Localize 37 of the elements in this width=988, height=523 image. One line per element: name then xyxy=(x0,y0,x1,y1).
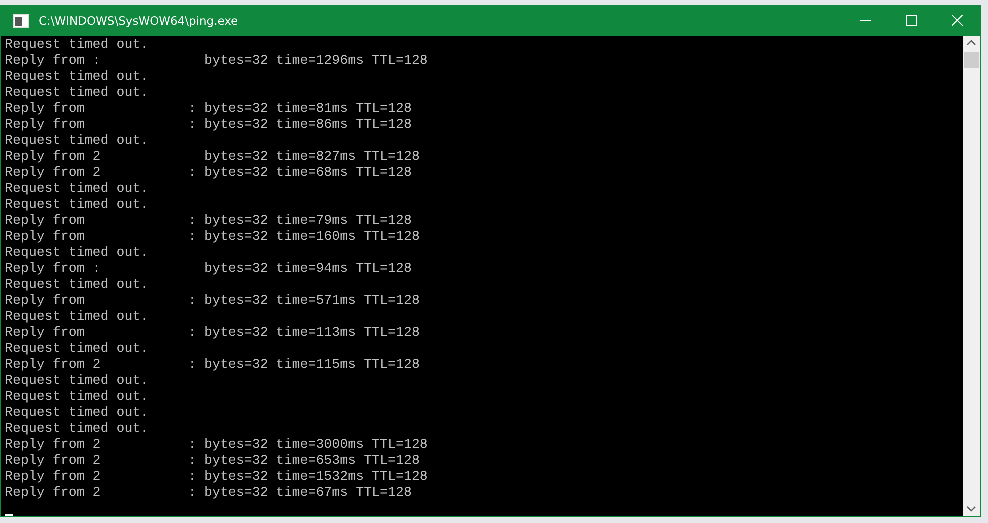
console-line: Request timed out. xyxy=(5,389,150,405)
console-line: Request timed out. xyxy=(5,341,150,357)
console-line: Request timed out. xyxy=(5,245,150,261)
console-line: Request timed out. xyxy=(5,309,150,325)
console-line: Reply from 2 : bytes=32 time=653ms TTL=128 xyxy=(5,453,421,469)
console-line: Reply from 2 : bytes=32 time=1532ms TTL=128 xyxy=(5,469,429,485)
console-line: Request timed out. xyxy=(5,37,150,53)
console-line: Reply from 2 bytes=32 time=827ms TTL=128 xyxy=(5,149,421,165)
window-title: C:\WINDOWS\SysWOW64\ping.exe xyxy=(39,14,238,28)
console-line: Reply from : bytes=32 time=86ms TTL=128 xyxy=(5,117,413,133)
console-line: Reply from : bytes=32 time=81ms TTL=128 xyxy=(5,101,413,117)
console-line: Reply from : bytes=32 time=571ms TTL=128 xyxy=(5,293,421,309)
console-line: Reply from : bytes=32 time=113ms TTL=128 xyxy=(5,325,421,341)
console-line: Reply from 2 : bytes=32 time=67ms TTL=128 xyxy=(5,485,413,501)
console-line: Reply from : bytes=32 time=1296ms TTL=128 xyxy=(5,53,429,69)
console-line: Request timed out. xyxy=(5,405,150,421)
console-line: Request timed out. xyxy=(5,133,150,149)
console-line: Request timed out. xyxy=(5,69,150,85)
scroll-up-icon[interactable] xyxy=(967,40,976,46)
console-line: Reply from : bytes=32 time=79ms TTL=128 xyxy=(5,213,413,229)
console-line: Request timed out. xyxy=(5,373,150,389)
console-line: Reply from 2 : bytes=32 time=68ms TTL=128 xyxy=(5,165,413,181)
console-line: Request timed out. xyxy=(5,181,150,197)
maximize-icon xyxy=(906,15,916,26)
console-line: Reply from 2 : bytes=32 time=115ms TTL=128 xyxy=(5,357,421,373)
console-icon xyxy=(13,14,29,28)
console-line: Reply from : bytes=32 time=160ms TTL=128 xyxy=(5,229,421,245)
console-line: Request timed out. xyxy=(5,85,150,101)
close-icon xyxy=(952,15,962,26)
console-line: Reply from 2 : bytes=32 time=3000ms TTL=128 xyxy=(5,437,429,453)
console-line: Request timed out. xyxy=(5,197,150,213)
scroll-down-icon[interactable] xyxy=(967,506,976,512)
scrollbar-thumb[interactable] xyxy=(964,52,979,68)
console-line: Request timed out. xyxy=(5,421,150,437)
console-line: Request timed out. xyxy=(5,277,150,293)
console-line: Reply from : bytes=32 time=94ms TTL=128 xyxy=(5,261,413,277)
scrollbar[interactable] xyxy=(963,36,980,516)
